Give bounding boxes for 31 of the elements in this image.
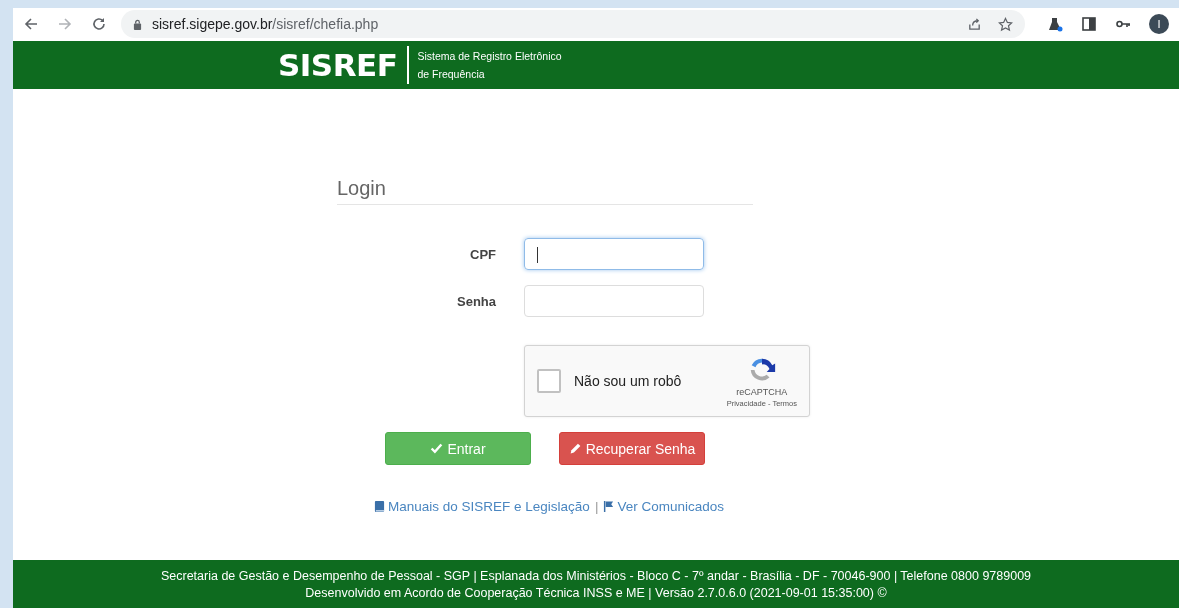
check-icon [430,442,444,455]
logo-subtitle: Sistema de Registro Eletrônico [417,50,562,62]
input-field[interactable] [524,238,704,270]
footer-text: Desenvolvido em Acordo de Cooperação Técnica INSS e ME | Versão 2.7.0.6.0 (2021-09-01 15:35:00) © [305,585,887,600]
address-bar[interactable]: sisref.sigepe.gov.br/sisref/chefia.php [121,10,1025,38]
reload-icon[interactable] [91,16,107,32]
link-separator: | [594,499,599,514]
footer-text: Secretaria de Gestão e Desempenho de Pessoal - SGP | Esplanada dos Ministérios - Bloco C - 7º andar - Brasília - DF - 70046-900 | Telefone 0800 9789009 [160,568,1032,583]
checkbox[interactable] [537,369,561,393]
captcha-label: Não sou um robô [574,373,683,389]
action-button[interactable]: Entrar [385,432,531,465]
sidebar-icon[interactable] [1081,16,1097,32]
action-button[interactable]: Recuperar Senha [559,432,705,465]
input-field[interactable] [524,285,704,317]
pencil-icon [568,442,582,455]
field-label: CPF [469,246,496,262]
back-icon[interactable] [23,16,39,32]
book-icon [374,500,385,513]
link[interactable]: Manuais do SISREF e Legislação [374,499,590,514]
captcha-brand: reCAPTCHA [736,386,788,397]
lock-icon [133,18,142,30]
logo-text: SISREF [278,47,398,83]
star-icon[interactable] [998,16,1013,32]
flask-icon[interactable] [1047,16,1063,32]
share-icon[interactable] [967,16,982,32]
login-heading: Login [337,177,753,205]
profile-avatar[interactable]: I [1149,14,1169,34]
field-label: Senha [456,293,496,309]
flag-icon [603,500,615,513]
logo-subtitle: de Frequência [417,68,486,80]
link[interactable]: Ver Comunicados [603,499,724,514]
